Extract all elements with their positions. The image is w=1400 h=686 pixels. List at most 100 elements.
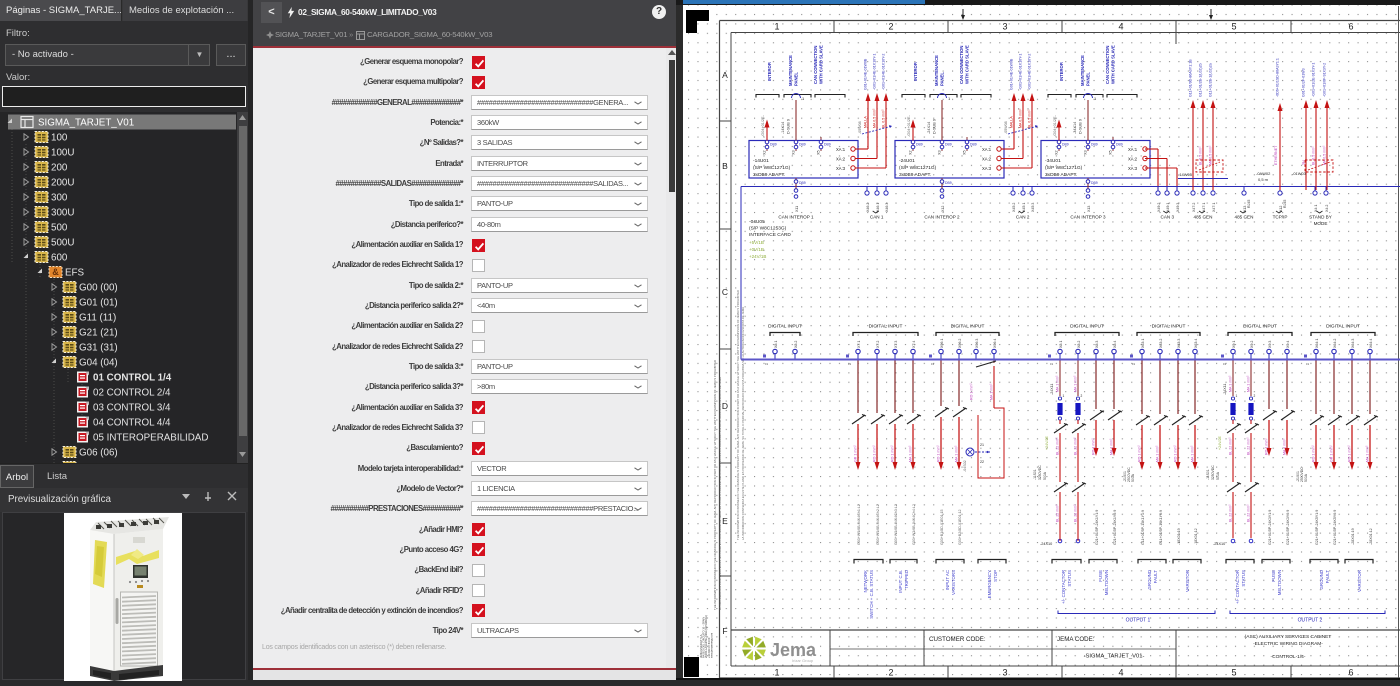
svg-text:X63:4: X63:4	[1194, 339, 1198, 348]
svg-text:DB9: DB9	[916, 143, 923, 147]
svg-text:+/- CONTACTOR: +/- CONTACTOR	[1061, 570, 1066, 604]
svg-text:X46:1: X46:1	[876, 203, 880, 212]
svg-text:19: 19	[1223, 362, 1227, 366]
svg-text:19: 19	[1132, 362, 1136, 366]
svg-text:X45:3: X45:3	[1031, 203, 1035, 212]
svg-text:-G01+01/4E-01X10Y-1: -G01+01/4E-01X10Y-1	[1019, 54, 1023, 90]
svg-text:-05W08: -05W08	[1004, 121, 1008, 134]
svg-text:RO 1 mm²: RO 1 mm²	[1138, 445, 1142, 462]
svg-text:GR 1 mm²: GR 1 mm²	[854, 445, 858, 462]
svg-text:2: 2	[1081, 394, 1083, 398]
svg-text:G21+01/5P-24K5Y1:9: G21+01/5P-24K5Y1:9	[1315, 510, 1319, 545]
svg-text:-G04+01/2E-: -G04+01/2E-	[761, 114, 765, 137]
svg-text:NETWORK: NETWORK	[863, 570, 868, 593]
svg-text:1: 1	[1236, 394, 1238, 398]
svg-text:STAND BY: STAND BY	[1309, 215, 1332, 220]
svg-text:+24V/2E: +24V/2E	[1045, 436, 1049, 450]
svg-text:MA 0,5 mm²: MA 0,5 mm²	[1323, 145, 1327, 165]
svg-text:DB9: DB9	[1091, 181, 1098, 185]
svg-text:TCP/IP: TCP/IP	[1273, 215, 1288, 220]
svg-text:MA 1 mm²: MA 1 mm²	[1283, 438, 1287, 455]
svg-text:Irizar Group: Irizar Group	[792, 658, 814, 663]
svg-text:-18X01:19: -18X01:19	[1177, 528, 1181, 545]
svg-text:CAN 2: CAN 2	[1016, 215, 1030, 220]
svg-text:WITH CARD SLAVE: WITH CARD SLAVE	[1111, 45, 1116, 84]
svg-text:DB9: DB9	[770, 143, 777, 147]
svg-text:(ASC) AUXILIARY SERVICES CABIN: (ASC) AUXILIARY SERVICES CABINET	[1245, 634, 1332, 640]
svg-text:E: E	[722, 516, 728, 526]
svg-text:G01+01/2F-01W3: G01+01/2F-01W3	[1302, 68, 1306, 97]
svg-text:MELTDOWN: MELTDOWN	[1277, 570, 1282, 595]
svg-text:1: 1	[774, 22, 779, 32]
svg-text:G11+01/5P-14K1Y6:9: G11+01/5P-14K1Y6:9	[1159, 510, 1163, 545]
svg-text:GROUND: GROUND	[1147, 570, 1152, 590]
svg-text:G01+01/4E-01W0B: G01+01/4E-01W0B	[1010, 58, 1014, 90]
svg-text:XA:2: XA:2	[836, 157, 846, 162]
svg-text:3250VDC: 3250VDC	[1038, 465, 1042, 480]
svg-text:-28X01:19: -28X01:19	[1351, 528, 1355, 545]
svg-text:G11+01/2B-1(L02)2a: G11+01/2B-1(L02)2a	[1209, 63, 1213, 97]
svg-text:CAN CONNECTION: CAN CONNECTION	[959, 46, 964, 84]
svg-text:X63:3: X63:3	[1177, 339, 1181, 348]
svg-text:OUTPUT 1: OUTPUT 1	[1126, 618, 1151, 624]
svg-text:3: 3	[1002, 668, 1007, 678]
svg-text:X5: X5	[1109, 150, 1113, 155]
svg-text:DB9: DB9	[1091, 143, 1098, 147]
svg-text:MA 1 mm²: MA 1 mm²	[1229, 375, 1233, 392]
svg-text:CAN CONNECTION: CAN CONNECTION	[813, 46, 818, 84]
svg-text:X96:4: X96:4	[993, 339, 997, 348]
svg-text:X49:3: X49:3	[1176, 203, 1180, 212]
svg-text:X3: X3	[938, 150, 942, 155]
svg-text:3: 3	[1002, 22, 1007, 32]
svg-text:485 GEN: 485 GEN	[1235, 215, 1254, 220]
svg-text:&: &	[52, 267, 59, 277]
svg-text:-01W03: -01W03	[1292, 171, 1307, 176]
svg-text:BL 22 mm²: BL 22 mm²	[1229, 437, 1233, 455]
svg-text:RO 1 mm²: RO 1 mm²	[937, 445, 941, 462]
svg-text:THE INFORMATION CONTAINED IN T: THE INFORMATION CONTAINED IN THE DRAWING…	[736, 290, 740, 540]
svg-text:500A: 500A	[1216, 471, 1220, 480]
svg-text:300U: 300U	[51, 208, 74, 219]
svg-text:485 GEN: 485 GEN	[1194, 215, 1213, 220]
svg-text:MALLA: MALLA	[864, 116, 868, 128]
svg-text:+0V/1B: +0V/1B	[749, 247, 764, 252]
svg-text:100: 100	[51, 133, 68, 144]
svg-text:-SIGMA_TARJET_V01-: -SIGMA_TARJET_V01-	[1084, 654, 1145, 660]
svg-text:-04U05: -04U05	[749, 219, 765, 225]
svg-text:-G01+01/4E-01X10Y-2: -G01+01/4E-01X10Y-2	[882, 54, 886, 90]
svg-text:X5: X5	[963, 150, 967, 155]
svg-text:MA 1 mm²: MA 1 mm²	[1074, 375, 1078, 392]
svg-text:X49:1: X49:1	[1166, 203, 1170, 212]
svg-text:DB9: DB9	[945, 181, 952, 185]
svg-text:3xDB9 ADAPT.: 3xDB9 ADAPT.	[1045, 172, 1077, 178]
svg-text:X63:1: X63:1	[1141, 339, 1145, 348]
svg-text:CAN INTEROP 2: CAN INTEROP 2	[924, 215, 960, 220]
svg-text:FAULT: FAULT	[1153, 570, 1158, 584]
svg-text:PANEL: PANEL	[794, 72, 799, 86]
svg-text:-0D6+01/1SD-86A3Y1:1: -0D6+01/1SD-86A3Y1:1	[1276, 58, 1280, 97]
svg-text:A: A	[722, 70, 728, 80]
svg-text:500U: 500U	[51, 238, 74, 249]
svg-text:RJ45: RJ45	[1283, 200, 1287, 208]
svg-text:-G04+01/2E-: -G04+01/2E-	[1053, 114, 1057, 137]
svg-text:1: 1	[1063, 394, 1065, 398]
svg-text:X7:3: X7:3	[894, 341, 898, 348]
svg-text:-24X10: -24X10	[1213, 542, 1225, 546]
svg-text:DB9: DB9	[1116, 143, 1123, 147]
svg-text:1: 1	[774, 668, 779, 678]
svg-text:BL 0,5 mm²: BL 0,5 mm²	[882, 109, 886, 128]
svg-text:STOP: STOP	[993, 570, 998, 582]
svg-text:PANEL: PANEL	[940, 72, 945, 86]
svg-text:X3: X3	[792, 150, 796, 155]
svg-text:RO 1 mm²: RO 1 mm²	[1348, 445, 1352, 462]
svg-text:600: 600	[51, 253, 68, 264]
svg-text:100U: 100U	[51, 148, 74, 159]
svg-text:RO 1 mm²: RO 1 mm²	[970, 383, 974, 400]
svg-text:4: 4	[1118, 22, 1123, 32]
svg-text:INTERFACE CARD: INTERFACE CARD	[749, 232, 791, 238]
svg-text:2: 2	[888, 668, 893, 678]
svg-text:XA:2: XA:2	[1128, 157, 1138, 162]
svg-text:VARISTOR: VARISTOR	[1185, 570, 1190, 592]
svg-text:FUSE: FUSE	[1271, 570, 1276, 582]
svg-text:X64:4: X64:4	[1369, 339, 1373, 348]
